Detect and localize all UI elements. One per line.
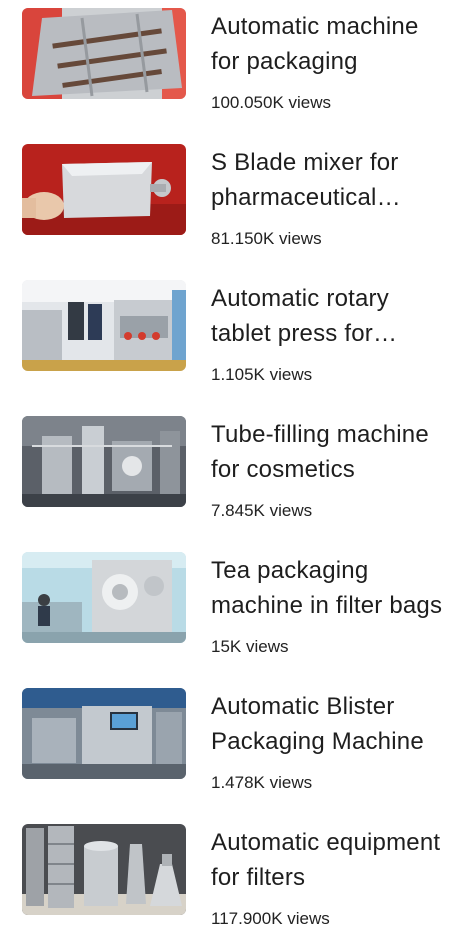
tablet-press-thumbnail-icon xyxy=(22,280,186,371)
video-views: 81.150K views xyxy=(211,229,322,248)
video-thumbnail[interactable] xyxy=(22,416,186,507)
steel-filters-thumbnail-icon xyxy=(22,824,186,915)
video-views: 15K views xyxy=(211,637,289,656)
video-thumbnail[interactable] xyxy=(22,688,186,779)
video-thumbnail[interactable] xyxy=(22,280,186,371)
video-title[interactable]: Automatic rotary tablet press for pharma… xyxy=(211,281,443,351)
video-thumbnail[interactable] xyxy=(22,8,186,99)
video-item[interactable]: Automatic machine for packaging 100.050K… xyxy=(0,8,452,128)
video-item[interactable]: Tea packaging machine in filter bags 15K… xyxy=(0,552,452,672)
video-title[interactable]: Automatic machine for packaging xyxy=(211,9,443,79)
video-item[interactable]: Automatic Blister Packaging Machine 1.47… xyxy=(0,688,452,808)
mixer-thumbnail-icon xyxy=(22,144,186,235)
video-item[interactable]: S Blade mixer for pharmaceutical powders… xyxy=(0,144,452,264)
video-title[interactable]: Automatic Blister Packaging Machine xyxy=(211,689,443,759)
tube-filling-thumbnail-icon xyxy=(22,416,186,507)
video-item[interactable]: Automatic equipment for filters 117.900K… xyxy=(0,824,452,944)
tea-packaging-thumbnail-icon xyxy=(22,552,186,643)
video-title[interactable]: Tube-filling machine for cosmetics xyxy=(211,417,443,487)
video-title[interactable]: S Blade mixer for pharmaceutical powders xyxy=(211,145,443,215)
video-views: 100.050K views xyxy=(211,93,332,112)
video-title[interactable]: Automatic equipment for filters xyxy=(211,825,443,895)
video-thumbnail[interactable] xyxy=(22,552,186,643)
video-title[interactable]: Tea packaging machine in filter bags xyxy=(211,553,443,623)
video-views: 1.105K views xyxy=(211,365,313,384)
video-item[interactable]: Automatic rotary tablet press for pharma… xyxy=(0,280,452,400)
video-thumbnail[interactable] xyxy=(22,824,186,915)
blister-packaging-thumbnail-icon xyxy=(22,688,186,779)
video-thumbnail[interactable] xyxy=(22,144,186,235)
machine-rollers-thumbnail-icon xyxy=(22,8,186,99)
video-views: 7.845K views xyxy=(211,501,313,520)
video-item[interactable]: Tube-filling machine for cosmetics 7.845… xyxy=(0,416,452,536)
video-views: 1.478K views xyxy=(211,773,313,792)
